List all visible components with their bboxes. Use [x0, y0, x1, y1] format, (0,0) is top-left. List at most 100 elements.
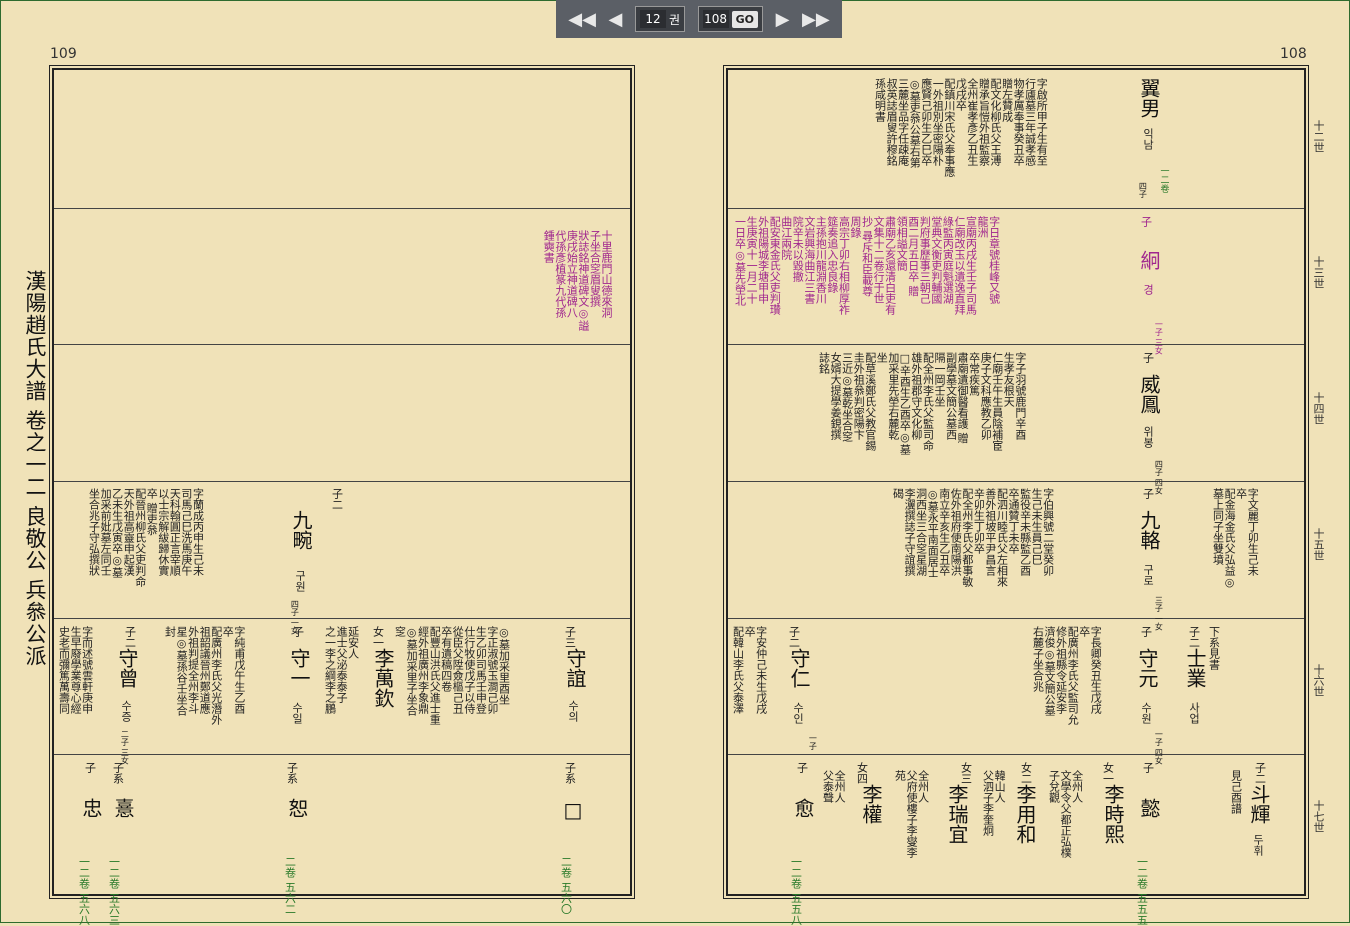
left-r5-2-name: 守一: [287, 648, 311, 688]
gen-label-14: 十四世: [1312, 392, 1325, 425]
left-r6-2-ref: 一二卷 五六三: [107, 856, 121, 926]
right-r6-4-rel: 女三: [959, 762, 973, 784]
left-r5-3-name: 守曾: [115, 648, 139, 688]
right-r4-tag: 三子 一女: [1154, 596, 1164, 631]
right-r6-2-rel: 女一: [1101, 762, 1115, 784]
left-r5-1-text: 延安人 進士父泌泰泰子 之一李之綱李之鵬: [323, 626, 360, 714]
right-r5-3-text: 字文麗丁卯生己未 卒 配金海金氏父弘益◎ 墓上同子坐雙墳: [1211, 488, 1260, 589]
gen-label-12: 十二世: [1312, 120, 1325, 153]
book-title: 漢陽趙氏大譜 卷之一二 良敬公 兵叅公派: [23, 270, 47, 668]
left-page-number: 109: [50, 46, 77, 62]
right-r1-ref: 一二卷: [1158, 166, 1169, 193]
right-page-number: 108: [1280, 46, 1307, 62]
right-r5-1-text: 下系見書: [1207, 626, 1221, 670]
left-r5-2-rel: 子: [291, 626, 305, 637]
right-r6-5-name: 李權: [859, 784, 883, 824]
left-r6-1-ref: 二卷 五六二: [283, 856, 297, 915]
first-page-icon[interactable]: ◀◀: [568, 9, 596, 30]
right-r5-0-text: 字長卿癸丑生戊戌 卒 配廣州李氏父監司允 修外祖縣令延安李 濟俊◎墓文簡公墓 右…: [1031, 626, 1103, 725]
right-r1-tag: 四子: [1138, 182, 1148, 198]
left-r5-0-name: 守誼: [563, 648, 587, 688]
left-r6-3-name: 忠: [79, 798, 103, 818]
left-r6-1-name: 恕: [285, 798, 309, 818]
right-r6-0-rel: 子二: [1253, 762, 1267, 784]
go-button[interactable]: GO: [731, 10, 758, 28]
left-r5-3-kor: 수증: [119, 700, 133, 722]
right-r5-2-kor: 수인: [791, 702, 805, 724]
left-r5-3-rel: 子二: [123, 626, 137, 648]
right-r6-2-name: 李時熙: [1101, 784, 1125, 844]
right-r4-name: 九輅: [1137, 510, 1161, 550]
left-r5-2-text: 字純甫戊午生乙酉 卒 配廣州李氏父光潛外 祖韶議晉州鄭道應 外祖判提全州李斗 星…: [163, 626, 246, 725]
right-r6-6-name: 愈: [791, 798, 815, 818]
right-r5-1-name: 士業: [1183, 648, 1207, 688]
right-r6-5-rel: 女四: [855, 762, 869, 784]
left-r5-3-tag: 二子 三女: [120, 730, 130, 765]
page-field: GO: [697, 6, 763, 32]
prev-page-icon[interactable]: ◀: [609, 9, 623, 30]
left-r6-2-name: 憙: [111, 798, 135, 818]
right-r6-6-rel: 子: [795, 762, 809, 773]
left-r4-name: 九畹: [289, 510, 313, 550]
left-page-box: 十里鹿門山德來洞 子坐合窆眉叟撰 狀誌銘神道碑文◎謚 庚戌始立神道碑八 代孫彥植…: [49, 65, 635, 926]
volume-field: 권: [634, 6, 686, 32]
left-r5-3-text: 字而述號雲軒庚申 生早廢學業尊心經 史老而彌篤萬壽同: [57, 626, 94, 714]
right-r2-text: 字日章號桂峰又號 龍洲 宣廟丙戌生壬子司馬 仁廟改玉以遺逸直拜 綠監丙寅庭魁選湖…: [733, 216, 1001, 315]
right-r3-name: 威鳳: [1137, 374, 1161, 414]
right-r5-2-rel: 子二: [787, 626, 801, 648]
right-r5-2-name: 守仁: [787, 648, 811, 688]
right-r6-3-rel: 女二: [1019, 762, 1033, 784]
right-r5-0-kor: 수원: [1139, 702, 1153, 724]
right-r6-1-name: 懿: [1137, 798, 1161, 818]
last-page-icon[interactable]: ▶▶: [802, 9, 830, 30]
right-r5-2-text: 字安仲己未生戊戌 卒 配韓山李氏父泰澤: [731, 626, 768, 714]
volume-unit: 권: [668, 12, 681, 27]
left-r6-0-ref: 二卷 五六〇: [559, 856, 573, 915]
right-r6-6-ref: 一二卷 五五八: [789, 856, 803, 926]
right-r4-kor: 구로: [1141, 564, 1155, 586]
right-r6-0-sub: 見己酉譜: [1229, 770, 1243, 814]
right-r6-4-sub: 全州人 父府使樓子李燮李 苑: [893, 770, 930, 858]
left-r6-3-rel: 子: [83, 762, 97, 773]
right-r6-2-sub: 全州人 文學令父都正弘樸 子兌觀: [1047, 770, 1084, 858]
right-r6-1-rel: 子: [1141, 762, 1155, 773]
right-r1-text: 字啟所甲子生有至 行廬墓三年誠孝感 物孝厲奉事癸丑卒 贈左贊成 配文化柳氏父王溥…: [873, 78, 1049, 177]
right-r5-0-name: 守元: [1135, 648, 1159, 688]
gen-label-16: 十六世: [1312, 664, 1325, 697]
right-r5-2-tag: 一子: [808, 734, 818, 750]
left-r5-0-rel: 子三: [563, 626, 577, 648]
right-r2-rel: 子: [1139, 216, 1153, 227]
right-r3-text: 字子羽號鹿門辛酉 生孝友根天 仁廟壬午生員陰補宦 庚子文科應教乙卯 卒常疾篤 肅…: [817, 352, 1027, 455]
left-r6-3-ref: 一二卷 五六八: [77, 856, 91, 926]
right-r3-tag: 四子 四女: [1154, 460, 1164, 495]
left-r6-1-rel: 子系: [285, 762, 299, 784]
left-r5-1-name: 李萬欽: [371, 648, 395, 708]
right-r6-0-name: 斗輝: [1247, 784, 1271, 824]
left-r6-0-rel: 子系: [563, 762, 577, 784]
left-r4-text: 字蘭成丙申生己未 司馬己巳洗馬庚午 天科翰圓正言宰順 以士宗解紱歸休實 卒 贈吏…: [87, 488, 205, 587]
right-r3-kor: 위봉: [1141, 426, 1155, 448]
right-r6-3-name: 李用和: [1013, 784, 1037, 844]
right-r6-4-name: 李瑞宜: [945, 784, 969, 844]
gen-label-13: 十三世: [1312, 256, 1325, 289]
right-r4-rel: 子: [1141, 488, 1155, 499]
left-r4-rel: 子二: [330, 488, 344, 510]
left-r5-0-kor: 수의: [566, 700, 580, 722]
left-r5-2-kor: 수일: [290, 702, 304, 724]
right-r6-0-kor: 두휘: [1251, 834, 1265, 856]
left-row2-text: 十里鹿門山德來洞 子坐合窆眉叟撰 狀誌銘神道碑文◎謚 庚戌始立神道碑八 代孫彥植…: [542, 230, 613, 331]
right-r1-name: 翼男: [1137, 78, 1161, 118]
right-r6-3-sub: 韓山人 父泗子李奎炯: [981, 770, 1007, 836]
page-input[interactable]: [702, 10, 729, 28]
left-r4-kor: 구원: [293, 570, 307, 592]
gen-label-15: 十五世: [1312, 528, 1325, 561]
gen-label-17: 十七世: [1312, 800, 1325, 833]
right-r3-rel: 子: [1141, 352, 1155, 363]
right-r5-0-tag: 一子 四女: [1154, 730, 1164, 765]
right-r2-kor: 경: [1141, 284, 1155, 295]
left-r6-0-name: □: [561, 798, 585, 822]
next-page-icon[interactable]: ▶: [776, 9, 790, 30]
right-r6-1-ref: 一二卷 五五五: [1135, 856, 1149, 926]
left-r5-1-rel: 女一: [371, 626, 385, 648]
volume-input[interactable]: [639, 10, 666, 28]
